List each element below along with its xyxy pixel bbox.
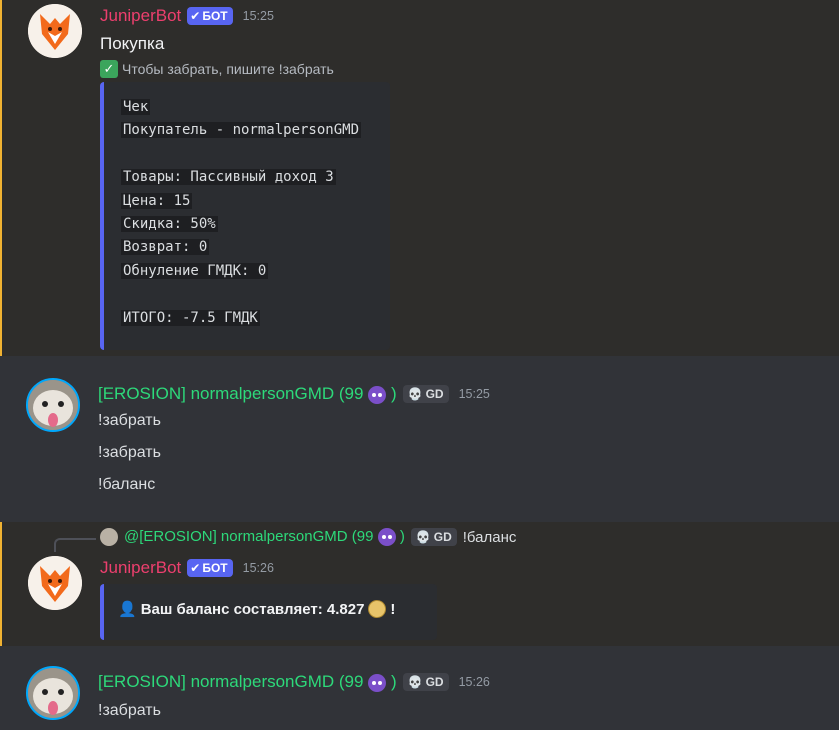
balance-suffix: ! — [390, 600, 396, 618]
message-header: [EROSION] normalpersonGMD (99 ) 💀 GD 15:… — [98, 672, 490, 692]
timestamp[interactable]: 15:25 — [459, 387, 490, 401]
message-bot-balance: @[EROSION] normalpersonGMD (99 ) 💀 GD !б… — [0, 522, 839, 646]
balance-text: 👤 Ваш баланс составляет: 4.827 ! — [118, 600, 395, 618]
receipt-line: Покупатель - normalpersonGMD — [121, 122, 362, 139]
reply-connector — [54, 538, 96, 552]
reply-author-suffix: ) — [399, 528, 405, 545]
bot-badge: ✔ БОТ — [187, 7, 233, 25]
subtitle-text: Чтобы забрать, пишите !забрать — [122, 61, 334, 77]
receipt-line: Скидка: 50% — [121, 216, 218, 232]
user-icon: 👤 — [118, 601, 137, 618]
timestamp[interactable]: 15:26 — [459, 675, 490, 689]
bot-badge: ✔ БОТ — [187, 559, 233, 577]
bot-badge-label: БОТ — [202, 561, 228, 575]
author-name[interactable]: JuniperBot — [100, 6, 181, 26]
user-avatar[interactable] — [26, 666, 80, 720]
juniperbot-avatar[interactable] — [28, 556, 82, 610]
message-line: !забрать — [98, 702, 161, 719]
devil-emoji — [368, 673, 387, 692]
coin-icon — [368, 600, 387, 618]
fox-icon — [28, 556, 82, 610]
receipt-line: Возврат: 0 — [121, 239, 210, 256]
juniperbot-avatar[interactable] — [28, 4, 82, 58]
skull-icon: 💀 — [407, 387, 423, 401]
balance-embed: 👤 Ваш баланс составляет: 4.827 ! — [100, 584, 437, 640]
author-name-suffix: ) — [390, 384, 397, 403]
clan-tag-label: GD — [425, 675, 444, 689]
message-subtitle: ✓ Чтобы забрать, пишите !забрать — [100, 60, 334, 78]
skull-icon: 💀 — [407, 675, 423, 689]
checkmark-icon: ✓ — [100, 60, 118, 78]
reply-preview[interactable]: @[EROSION] normalpersonGMD (99 ) 💀 GD !б… — [100, 528, 517, 547]
cat-icon — [28, 380, 78, 430]
devil-emoji — [368, 385, 387, 404]
receipt-line: Цена: 15 — [121, 192, 193, 209]
message-title: Покупка — [100, 34, 165, 53]
author-name-suffix: ) — [390, 672, 397, 691]
clan-tag-label: GD — [433, 530, 452, 545]
clan-tag-label: GD — [425, 387, 444, 401]
author-name-text: [EROSION] normalpersonGMD (99 — [98, 672, 364, 691]
user-avatar[interactable] — [26, 378, 80, 432]
reply-avatar — [100, 528, 118, 547]
message-bot-purchase: JuniperBot ✔ БОТ 15:25 Покупка ✓ Чтобы з… — [0, 0, 839, 356]
timestamp[interactable]: 15:26 — [243, 561, 274, 575]
author-name[interactable]: [EROSION] normalpersonGMD (99 ) — [98, 672, 397, 692]
author-name[interactable]: JuniperBot — [100, 558, 181, 578]
clan-tag: 💀 GD — [410, 528, 457, 547]
cat-icon — [28, 668, 78, 718]
author-name-text: [EROSION] normalpersonGMD (99 — [98, 384, 364, 403]
bot-badge-label: БОТ — [202, 9, 228, 23]
receipt-line: ИТОГО: -7.5 ГМДК — [121, 309, 260, 326]
receipt-line: Чек — [121, 99, 151, 115]
devil-emoji — [377, 528, 396, 547]
receipt-embed: Чек Покупатель - normalpersonGMD Товары: П… — [100, 82, 390, 350]
message-user-1: [EROSION] normalpersonGMD (99 ) 💀 GD 15:… — [0, 366, 839, 516]
timestamp[interactable]: 15:25 — [243, 9, 274, 23]
check-icon: ✔ — [190, 561, 201, 575]
message-user-2: [EROSION] normalpersonGMD (99 ) 💀 GD 15:… — [0, 652, 839, 730]
message-line: !забрать — [98, 412, 161, 429]
message-header: [EROSION] normalpersonGMD (99 ) 💀 GD 15:… — [98, 384, 490, 404]
skull-icon: 💀 — [415, 530, 431, 545]
receipt-line: Обнуление ГМДК: 0 — [121, 262, 269, 279]
balance-label: Ваш баланс составляет: 4.827 — [140, 600, 365, 618]
message-line: !забрать — [98, 444, 161, 461]
reply-author: @[EROSION] normalpersonGMD (99 ) — [124, 528, 405, 547]
clan-tag[interactable]: 💀 GD — [402, 673, 449, 691]
check-icon: ✔ — [190, 9, 201, 23]
fox-icon — [28, 4, 82, 58]
message-line: !баланс — [98, 476, 156, 493]
author-name[interactable]: [EROSION] normalpersonGMD (99 ) — [98, 384, 397, 404]
message-header: JuniperBot ✔ БОТ 15:26 — [100, 558, 274, 578]
message-header: JuniperBot ✔ БОТ 15:25 — [100, 6, 274, 26]
clan-tag[interactable]: 💀 GD — [402, 385, 449, 403]
reply-author-text: @[EROSION] normalpersonGMD (99 — [124, 528, 374, 545]
reply-text: !баланс — [462, 528, 517, 546]
receipt-line: Товары: Пассивный доход 3 — [121, 169, 336, 186]
